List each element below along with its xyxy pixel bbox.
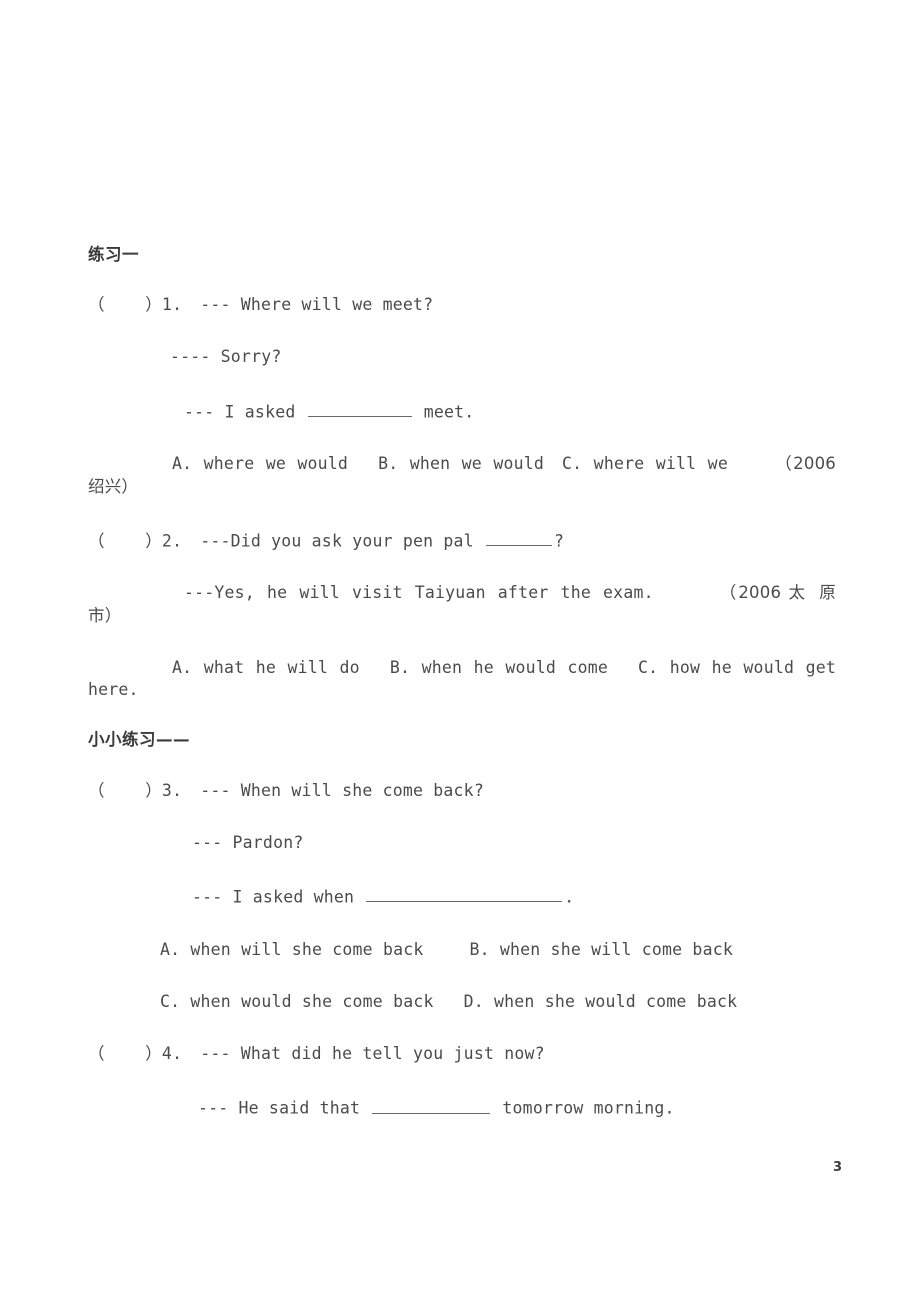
option-q1-b[interactable]: B. when we would bbox=[378, 454, 544, 473]
question-3-options-row-2: C. when would she come back D. when she w… bbox=[160, 991, 836, 1013]
option-q3-d[interactable]: D. when she would come back bbox=[464, 992, 738, 1011]
answer-blank-q1[interactable] bbox=[307, 399, 412, 417]
answer-blank-q2[interactable] bbox=[485, 528, 552, 547]
option-q1-a[interactable]: A. where we would bbox=[172, 454, 348, 473]
question-2-marker[interactable]: （ ）2. bbox=[88, 531, 182, 550]
option-q3-a[interactable]: A. when will she come back bbox=[160, 940, 423, 959]
question-1-stem-after: meet. bbox=[413, 401, 475, 421]
question-2-line-1: （ ）2. ---Did you ask your pen pal ? bbox=[88, 528, 836, 553]
option-q2-a[interactable]: A. what he will do bbox=[172, 658, 360, 677]
question-2-stem-after: ? bbox=[553, 531, 565, 551]
option-q3-c[interactable]: C. when would she come back bbox=[160, 992, 434, 1011]
question-3-line-2: --- Pardon? bbox=[192, 832, 836, 854]
option-q2-b[interactable]: B. when he would come bbox=[390, 658, 608, 677]
question-4-line-2: --- He said that tomorrow morning. bbox=[198, 1095, 836, 1120]
question-1-line-3: --- I asked meet. bbox=[184, 399, 836, 424]
question-1-options: A. where we would B. when we would C. wher… bbox=[88, 453, 836, 498]
question-2-source: （2006 太 bbox=[717, 583, 808, 603]
option-q3-b[interactable]: B. when she will come back bbox=[469, 940, 732, 959]
question-4-line-1: （ ）4. --- What did he tell you just now? bbox=[88, 1043, 836, 1065]
question-2-options: A. what he will do B. when he would come C… bbox=[88, 657, 836, 702]
question-3-reply: --- Pardon? bbox=[192, 832, 304, 852]
question-3-stem-after: . bbox=[564, 887, 575, 907]
question-1-source-cont: 绍兴） bbox=[88, 476, 139, 496]
question-4-prompt: --- What did he tell you just now? bbox=[200, 1044, 545, 1064]
question-1-prompt: --- Where will we meet? bbox=[200, 295, 434, 315]
question-4-marker[interactable]: （ ）4. bbox=[88, 1044, 182, 1063]
document-page: 练习一 （ ）1. --- Where will we meet? ---- So… bbox=[0, 0, 920, 1302]
question-3-prompt: --- When will she come back? bbox=[200, 780, 484, 800]
question-1-stem-before: --- I asked bbox=[184, 401, 306, 421]
question-1-reply: ---- Sorry? bbox=[170, 347, 282, 367]
section-heading-1: 练习一 bbox=[88, 245, 139, 264]
question-2-stem-before: ---Did you ask your pen pal bbox=[200, 531, 484, 551]
answer-blank-q3[interactable] bbox=[366, 884, 563, 903]
question-2-reply: ---Yes, he will visit Taiyuan after the … bbox=[184, 583, 654, 603]
question-1-line-2: ---- Sorry? bbox=[170, 346, 836, 368]
option-q1-c[interactable]: C. where will we bbox=[562, 454, 728, 473]
question-4-stem-after: tomorrow morning. bbox=[492, 1098, 675, 1118]
question-1-marker[interactable]: （ ）1. bbox=[88, 295, 182, 314]
option-q2-c[interactable]: C. how he would bbox=[638, 658, 794, 677]
question-3-line-1: （ ）3. --- When will she come back? bbox=[88, 780, 836, 802]
question-4-stem-before: --- He said that bbox=[198, 1098, 371, 1118]
question-1-source: （2006 bbox=[773, 454, 836, 474]
section-heading-2: 小小练习—— bbox=[88, 730, 190, 750]
question-1-line-1: （ ）1. --- Where will we meet? bbox=[88, 294, 836, 316]
question-3-options-row-1: A. when will she come back B. when she wi… bbox=[160, 939, 836, 961]
question-2-line-2: ---Yes, he will visit Taiyuan after the … bbox=[88, 582, 836, 627]
question-3-stem-before: --- I asked when bbox=[192, 887, 365, 907]
document-body: 练习一 （ ）1. --- Where will we meet? ---- So… bbox=[88, 245, 836, 1150]
question-3-line-3: --- I asked when . bbox=[192, 884, 836, 909]
page-number: 3 bbox=[832, 1160, 842, 1175]
answer-blank-q4[interactable] bbox=[372, 1095, 491, 1114]
question-3-marker[interactable]: （ ）3. bbox=[88, 781, 182, 800]
